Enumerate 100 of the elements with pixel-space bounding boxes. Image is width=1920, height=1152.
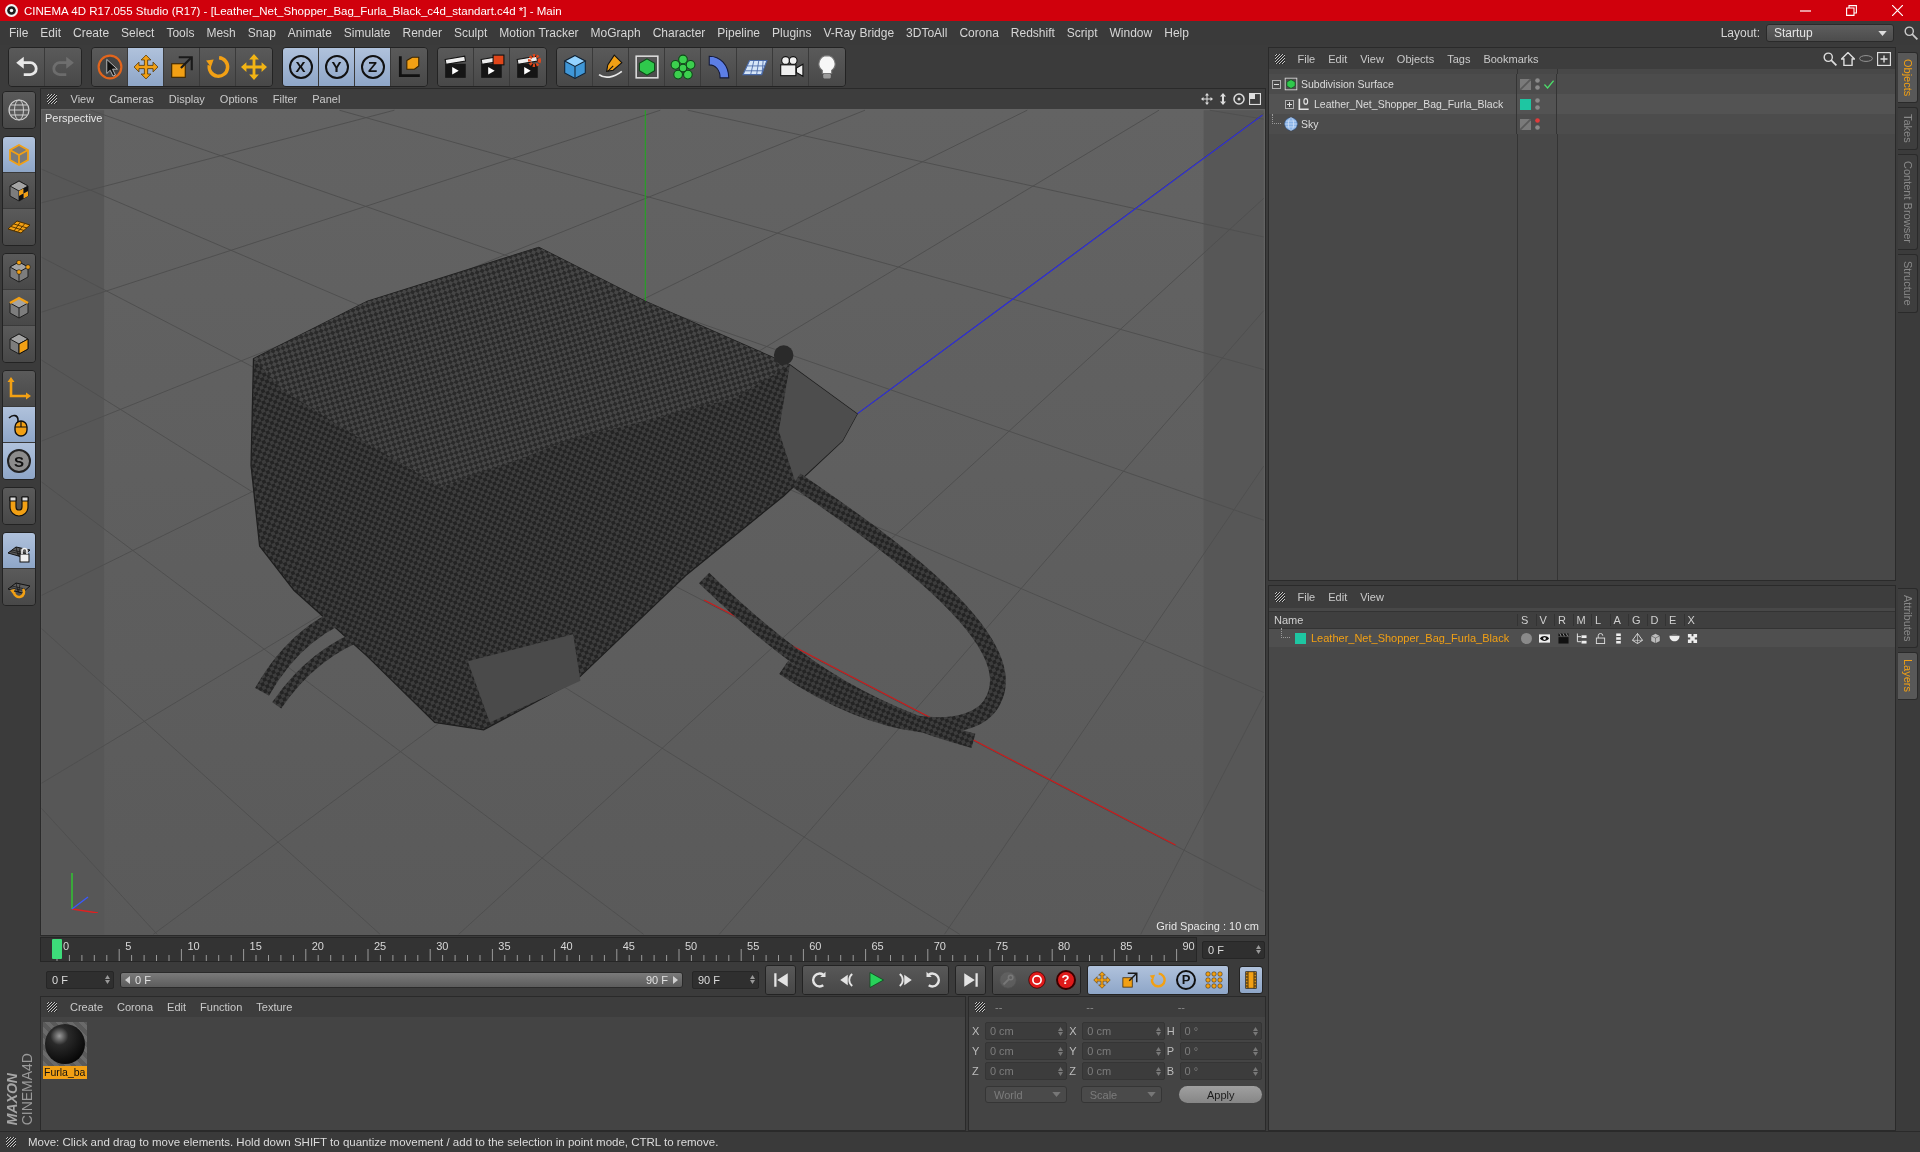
start-frame-field[interactable]: 0 F: [46, 970, 114, 989]
check-icon[interactable]: [1544, 79, 1554, 89]
menu-item[interactable]: Motion Tracker: [493, 26, 585, 40]
layout-dropdown[interactable]: Startup: [1766, 24, 1894, 42]
texture-button[interactable]: [3, 173, 35, 209]
clapper-icon[interactable]: [1557, 632, 1569, 644]
magnet-button[interactable]: [3, 488, 35, 524]
column-header[interactable]: M: [1572, 614, 1591, 626]
spinner-icon[interactable]: [750, 975, 755, 984]
menu-item[interactable]: View: [63, 93, 102, 105]
menu-item[interactable]: Texture: [249, 1001, 300, 1013]
menu-item[interactable]: Create: [63, 1001, 111, 1013]
menu-item[interactable]: Simulate: [337, 26, 397, 40]
select-button[interactable]: [92, 47, 128, 86]
panel-grip-icon[interactable]: [6, 1137, 16, 1147]
last-frame-button[interactable]: [956, 965, 985, 994]
workplane-button[interactable]: [3, 209, 35, 245]
layer-color-swatch[interactable]: [1520, 98, 1531, 110]
coords-button[interactable]: [391, 47, 427, 86]
menu-item[interactable]: Sculpt: [447, 26, 494, 40]
menu-item[interactable]: Filter: [265, 93, 305, 105]
visibility-dots-icon[interactable]: [1535, 118, 1540, 130]
maximize-view-icon[interactable]: [1249, 93, 1261, 105]
model-button[interactable]: [3, 137, 35, 173]
menu-item[interactable]: Redshift: [1004, 26, 1061, 40]
edges-button[interactable]: [3, 290, 35, 326]
visibility-dots-icon[interactable]: [1535, 78, 1540, 90]
timeline-ruler[interactable]: 0 5 10 15 20 25 30 35 40 45 50 55 60 65 70 75 80 85 90: [40, 937, 1197, 962]
orbit-view-icon[interactable]: [1233, 93, 1245, 105]
frame-range-slider[interactable]: 0 F 90 F: [120, 971, 683, 988]
light-button[interactable]: [809, 47, 845, 86]
axis-button[interactable]: Y: [319, 47, 355, 86]
menu-item[interactable]: Character: [646, 26, 712, 40]
shaded-cube-icon[interactable]: [1650, 632, 1662, 644]
menu-item[interactable]: Mesh: [200, 26, 242, 40]
menu-item[interactable]: File: [1291, 591, 1322, 603]
menu-item[interactable]: Bookmarks: [1476, 52, 1545, 65]
hierarchy-icon[interactable]: [1576, 632, 1588, 644]
next-key-button[interactable]: [919, 965, 948, 994]
render-viewer-button[interactable]: [474, 47, 510, 86]
menu-item[interactable]: Edit: [160, 1001, 194, 1013]
cloner-button[interactable]: [665, 47, 701, 86]
menu-item[interactable]: Corona: [953, 26, 1005, 40]
zoom-view-icon[interactable]: [1217, 93, 1229, 105]
pen-button[interactable]: [593, 47, 629, 86]
menu-item[interactable]: Edit: [1321, 52, 1354, 65]
column-header[interactable]: R: [1554, 614, 1573, 626]
object-row[interactable]: Leather_Net_Shopper_Bag_Furla_Black: [1269, 94, 1895, 114]
menu-item[interactable]: View: [1353, 591, 1391, 603]
menu-item[interactable]: Select: [115, 26, 161, 40]
layer-color-swatch[interactable]: [1295, 632, 1306, 644]
prev-key-button[interactable]: [803, 965, 832, 994]
menu-item[interactable]: Cameras: [101, 93, 162, 105]
home-icon[interactable]: [1841, 51, 1855, 66]
tweak-button[interactable]: [3, 407, 35, 443]
panel-grip-icon[interactable]: [1275, 592, 1285, 602]
spinner-icon[interactable]: [105, 975, 110, 984]
menu-item[interactable]: Corona: [110, 1001, 161, 1013]
menu-item[interactable]: V-Ray Bridge: [817, 26, 901, 40]
column-header[interactable]: L: [1591, 614, 1610, 626]
search-icon[interactable]: [1823, 51, 1837, 66]
menu-item[interactable]: Help: [1158, 26, 1195, 40]
layer-row[interactable]: Leather_Net_Shopper_Bag_Furla_Black: [1269, 629, 1895, 647]
menu-item[interactable]: File: [3, 26, 35, 40]
polygons-button[interactable]: [3, 326, 35, 362]
column-header[interactable]: G: [1628, 614, 1647, 626]
timeline-button[interactable]: [1239, 965, 1263, 994]
grid-lock-button[interactable]: [3, 533, 35, 569]
visibility-dots-icon[interactable]: [1535, 98, 1540, 110]
axis-mode-button[interactable]: [3, 371, 35, 407]
menu-item[interactable]: File: [1291, 52, 1322, 65]
undo-button[interactable]: [9, 47, 45, 86]
panel-grip-icon[interactable]: [1275, 53, 1285, 64]
padlock-icon[interactable]: [1594, 632, 1606, 644]
new-panel-icon[interactable]: [1877, 51, 1891, 66]
eye-icon[interactable]: [1539, 632, 1551, 644]
column-header[interactable]: Name: [1269, 614, 1517, 626]
param-key-button[interactable]: P: [1172, 965, 1200, 994]
scale-button[interactable]: [164, 47, 200, 86]
pyramid-icon[interactable]: [1631, 632, 1643, 644]
column-header[interactable]: V: [1535, 614, 1554, 626]
make-editable-button[interactable]: [3, 92, 35, 128]
deformer-button[interactable]: [701, 47, 737, 86]
menu-item[interactable]: Function: [193, 1001, 250, 1013]
menu-item[interactable]: Edit: [1321, 591, 1354, 603]
menu-item[interactable]: Tools: [160, 26, 201, 40]
left-arrow-icon[interactable]: [125, 975, 130, 984]
menu-item[interactable]: Window: [1103, 26, 1159, 40]
viewport-canvas[interactable]: Perspective Grid Spacing : 10 cm: [41, 109, 1265, 935]
menu-item[interactable]: Snap: [241, 26, 282, 40]
menu-item[interactable]: Tags: [1440, 52, 1477, 65]
end-frame-field[interactable]: 90 F: [692, 970, 759, 989]
dots-key-button[interactable]: [1200, 965, 1228, 994]
render-view-button[interactable]: [438, 47, 474, 86]
spinner-icon[interactable]: [1256, 945, 1261, 954]
menu-item[interactable]: Pipeline: [711, 26, 767, 40]
menu-item[interactable]: View: [1353, 52, 1391, 65]
menu-item[interactable]: Script: [1060, 26, 1104, 40]
grid-rotate-button[interactable]: [3, 569, 35, 605]
menu-item[interactable]: Create: [67, 26, 116, 40]
